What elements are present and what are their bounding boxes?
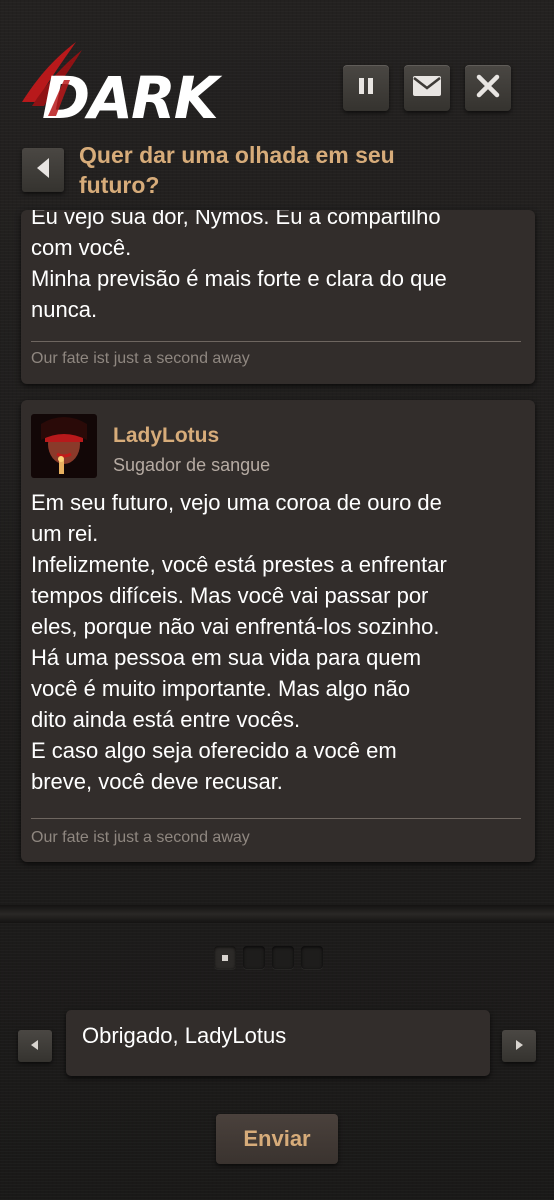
pause-icon (356, 76, 376, 101)
mail-icon (412, 75, 442, 102)
previous-button[interactable] (18, 1030, 52, 1062)
pause-button[interactable] (343, 65, 389, 111)
thread-title: Quer dar uma olhada em seu futuro? (79, 142, 395, 198)
chevron-left-icon (35, 157, 51, 184)
messages-button[interactable] (404, 65, 450, 111)
post-message: Eu vejo sua dor, Nymos. Eu a compartilho… (31, 210, 447, 322)
avatar[interactable] (31, 414, 97, 478)
close-icon (476, 74, 500, 103)
send-button[interactable]: Enviar (216, 1114, 338, 1164)
signature-divider (31, 341, 521, 342)
page-dot-2[interactable] (243, 946, 265, 969)
page-indicator (214, 946, 323, 969)
page-dot-4[interactable] (301, 946, 323, 969)
section-divider (0, 905, 554, 923)
chevron-right-icon (515, 1037, 523, 1055)
next-button[interactable] (502, 1030, 536, 1062)
post-card: LadyLotus Sugador de sangue Em seu futur… (21, 400, 535, 862)
signature-divider (31, 818, 521, 819)
post-signature: Our fate ist just a second away (31, 350, 250, 367)
back-button[interactable] (22, 148, 64, 192)
chevron-left-icon (31, 1037, 39, 1055)
dark-logo: DARK (18, 40, 308, 132)
page-dot-1[interactable] (214, 946, 236, 969)
post-signature: Our fate ist just a second away (31, 829, 250, 846)
post-username[interactable]: LadyLotus (113, 424, 219, 448)
page-dot-3[interactable] (272, 946, 294, 969)
post-card: Eu vejo sua dor, Nymos. Eu a compartilho… (21, 210, 535, 384)
active-page-marker (222, 954, 228, 961)
reply-input[interactable]: Obrigado, LadyLotus (66, 1010, 490, 1076)
close-button[interactable] (465, 65, 511, 111)
svg-text:DARK: DARK (42, 64, 223, 130)
post-message: Em seu futuro, vejo uma coroa de ouro de… (31, 490, 447, 794)
post-user-role: Sugador de sangue (113, 455, 271, 475)
